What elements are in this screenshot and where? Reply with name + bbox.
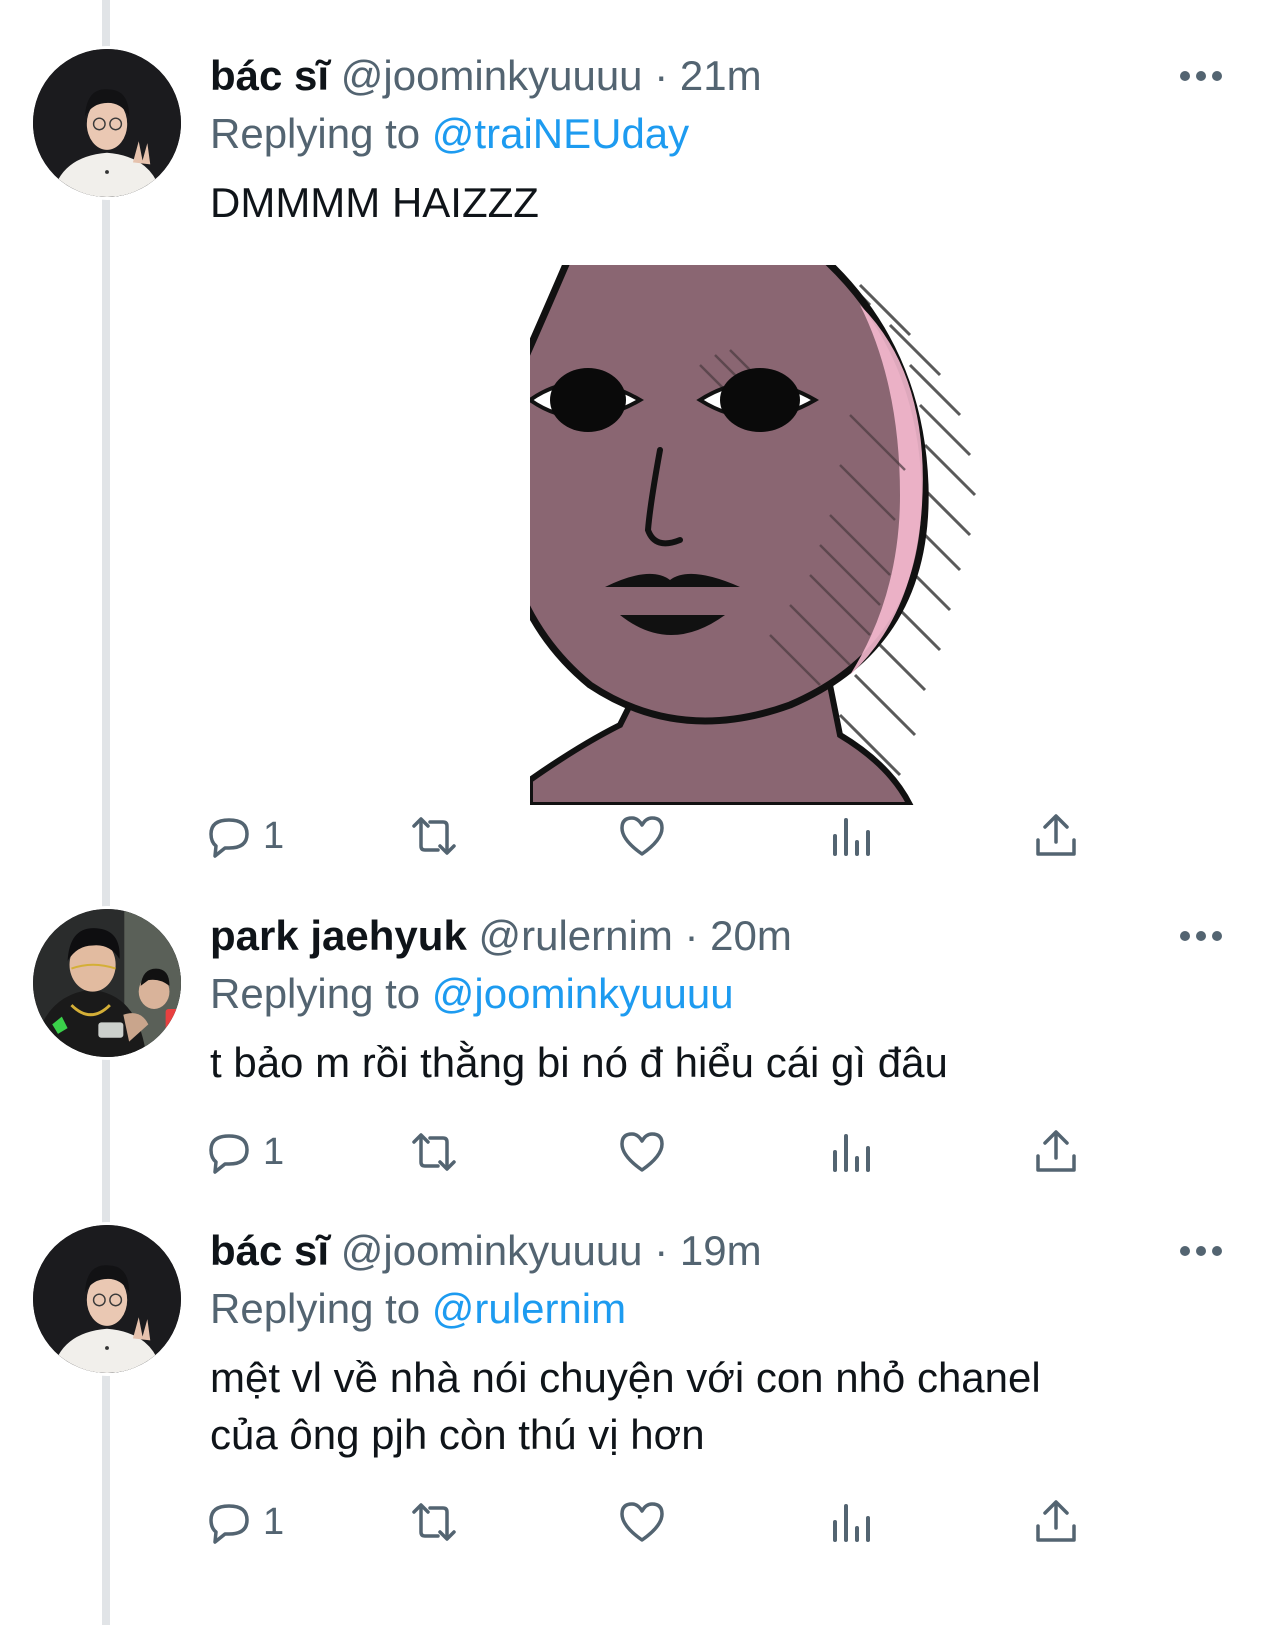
replying-to-link[interactable]: @traiNEUday [432,110,689,157]
share-button[interactable] [1032,806,1080,866]
tweet-actions: 1 [209,806,1110,866]
retweet-icon [412,1133,456,1171]
display-name[interactable]: park jaehyuk [210,912,467,959]
timestamp[interactable]: 19m [680,1227,762,1274]
replying-to-label: Replying to [210,1285,421,1332]
separator-dot: · [654,52,669,99]
reply-count: 1 [263,1500,285,1543]
separator-dot: · [684,912,699,959]
analytics-icon [833,818,870,856]
analytics-icon [833,1134,870,1172]
tweet-header: bác sĩ @joominkyuuuu · 21m [210,48,1244,104]
retweet-icon [412,1503,456,1541]
analytics-button[interactable] [827,1122,875,1182]
timestamp[interactable]: 20m [710,912,792,959]
timestamp[interactable]: 21m [680,52,762,99]
tweet-text: mệt vl về nhà nói chuyện với con nhỏ cha… [210,1349,1244,1463]
analytics-button[interactable] [827,1492,875,1552]
heart-icon [620,1132,664,1172]
analytics-icon [833,1504,870,1542]
tweet-header: bác sĩ @joominkyuuuu · 19m [210,1223,1244,1279]
separator-dot: · [654,1227,669,1274]
like-button[interactable] [618,806,666,866]
tweet-text-line: của ông pjh còn thú vị hơn [210,1411,705,1458]
heart-icon [620,816,664,856]
tweet-actions: 1 [209,1492,1110,1552]
share-icon [1036,814,1076,856]
heart-icon [620,1502,664,1542]
like-button[interactable] [618,1492,666,1552]
share-button[interactable] [1032,1492,1080,1552]
tweet-image-sticker[interactable] [530,265,980,805]
reply-button[interactable]: 1 [205,1122,284,1182]
replying-to-label: Replying to [210,110,421,157]
avatar[interactable] [30,46,184,200]
handle[interactable]: @joominkyuuuu [341,52,643,99]
reply-icon [209,1504,249,1544]
tweet-text-line: mệt vl về nhà nói chuyện với con nhỏ cha… [210,1354,1041,1401]
retweet-button[interactable] [410,1122,458,1182]
retweet-icon [412,817,456,855]
more-icon[interactable] [1178,928,1224,944]
replying-to: Replying to @rulernim [210,1281,1244,1337]
share-icon [1036,1500,1076,1542]
reply-button[interactable]: 1 [205,1492,284,1552]
reply-icon [209,818,249,858]
replying-to-link[interactable]: @joominkyuuuu [432,970,734,1017]
reply-count: 1 [263,814,285,857]
avatar[interactable] [30,1222,184,1376]
tweet-header: park jaehyuk @rulernim · 20m [210,908,1244,964]
display-name[interactable]: bác sĩ [210,1227,329,1274]
replying-to: Replying to @traiNEUday [210,106,1244,162]
analytics-button[interactable] [827,806,875,866]
tweet-actions: 1 [209,1122,1110,1182]
replying-to: Replying to @joominkyuuuu [210,966,1244,1022]
handle[interactable]: @joominkyuuuu [341,1227,643,1274]
tweet-text: DMMMM HAIZZZ [210,179,539,226]
replying-to-link[interactable]: @rulernim [432,1285,626,1332]
tweet-text: t bảo m rồi thằng bi nó đ hiểu cái gì đâ… [210,1039,948,1086]
reply-count: 1 [263,1130,285,1173]
reply-button[interactable]: 1 [205,806,284,866]
avatar[interactable] [30,906,184,1060]
like-button[interactable] [618,1122,666,1182]
more-icon[interactable] [1178,68,1224,84]
reply-icon [209,1134,249,1174]
thread-connector-line [102,0,110,1625]
more-icon[interactable] [1178,1243,1224,1259]
retweet-button[interactable] [410,1492,458,1552]
display-name[interactable]: bác sĩ [210,52,329,99]
retweet-button[interactable] [410,806,458,866]
replying-to-label: Replying to [210,970,421,1017]
share-button[interactable] [1032,1122,1080,1182]
share-icon [1036,1130,1076,1172]
handle[interactable]: @rulernim [478,912,672,959]
